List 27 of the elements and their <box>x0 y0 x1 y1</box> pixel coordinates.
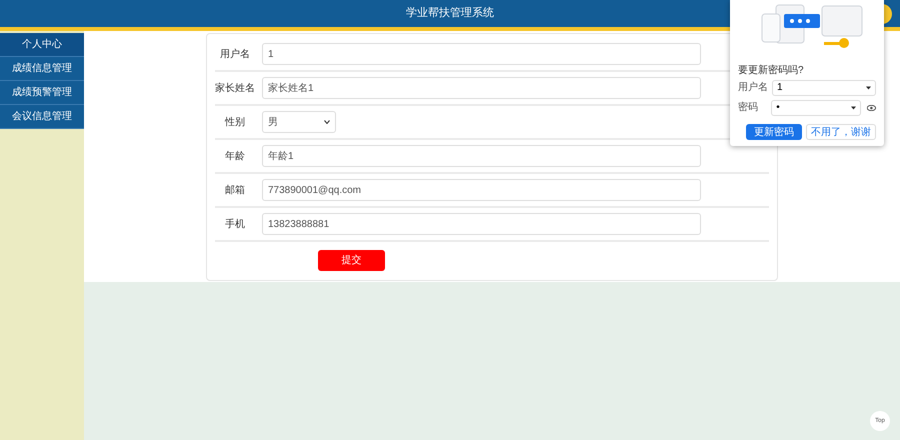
field-label: 性别 <box>224 116 246 130</box>
input-field[interactable]: 家长姓名1 <box>262 77 701 99</box>
update-password-button[interactable]: 更新密码 <box>746 124 802 140</box>
submit-button[interactable]: 提交 <box>318 250 385 271</box>
app-title: 学业帮扶管理系统 <box>406 6 494 22</box>
sidebar-item[interactable]: 成绩预警管理 <box>0 81 84 105</box>
field-label: 家长姓名 <box>215 82 255 96</box>
dismiss-button[interactable]: 不用了，谢谢 <box>806 124 876 140</box>
field-label: 邮箱 <box>224 184 246 198</box>
popup-question: 要更新密码吗? <box>738 64 805 77</box>
input-field[interactable]: 13823888881 <box>262 213 701 235</box>
chevron-down-icon <box>324 120 330 124</box>
username-select[interactable]: 1 <box>772 80 876 96</box>
username-label: 用户名 <box>738 80 769 95</box>
field-label: 手机 <box>224 218 246 232</box>
sidebar-item[interactable]: 会议信息管理 <box>0 105 84 129</box>
input-field[interactable]: 773890001@qq.com <box>262 179 701 201</box>
field-label: 用户名 <box>219 48 251 62</box>
field-label: 年龄 <box>224 150 246 164</box>
input-field[interactable]: 年龄1 <box>262 145 701 167</box>
password-label: 密码 <box>738 100 759 115</box>
eye-icon[interactable] <box>867 104 876 110</box>
gender-select[interactable]: 男 <box>262 111 336 133</box>
password-field[interactable]: • <box>771 100 862 116</box>
input-field[interactable]: 1 <box>262 43 701 65</box>
sidebar-item[interactable]: 成绩信息管理 <box>0 57 84 81</box>
sidebar-item[interactable]: 个人中心 <box>0 33 84 57</box>
